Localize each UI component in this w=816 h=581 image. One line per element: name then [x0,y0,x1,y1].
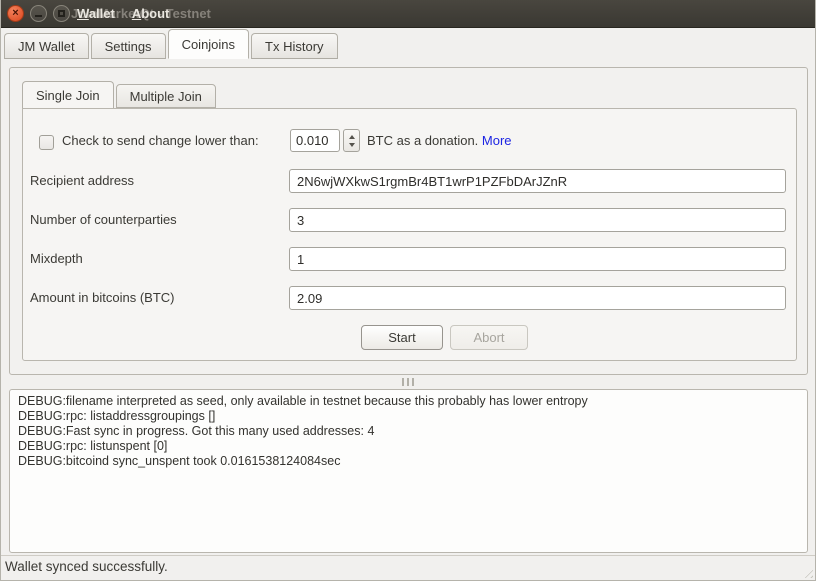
join-subtabs: Single Join Multiple Join [22,81,218,108]
counterparties-input[interactable] [289,208,786,232]
amount-label: Amount in bitcoins (BTC) [30,290,175,306]
mixdepth-input[interactable] [289,247,786,271]
tab-tx-history[interactable]: Tx History [251,33,338,59]
more-link[interactable]: More [482,133,512,148]
log-line: DEBUG:rpc: listunspent [0] [18,439,799,454]
tab-coinjoins[interactable]: Coinjoins [168,29,249,59]
statusbar: Wallet synced successfully. [1,555,815,580]
spin-up-icon[interactable] [349,135,355,139]
spin-down-icon[interactable] [349,143,355,147]
donation-suffix-text: BTC as a donation. [367,133,482,148]
menu-about[interactable]: About [132,6,170,21]
minimize-icon [35,15,42,17]
splitter-grip-icon [402,378,414,386]
recipient-address-input[interactable] [289,169,786,193]
menubar: Wallet About [77,6,169,21]
tab-multiple-join[interactable]: Multiple Join [116,84,216,108]
close-button[interactable]: × [7,5,24,22]
log-line: DEBUG:Fast sync in progress. Got this ma… [18,424,799,439]
resize-grip[interactable] [801,566,813,578]
recipient-address-label: Recipient address [30,173,134,189]
donation-spinner-arrows[interactable] [343,129,360,152]
status-message: Wallet synced successfully. [5,559,168,574]
main-tabbar: JM Wallet Settings Coinjoins Tx History [1,28,815,59]
app-window: × JoinMarketQt - Testnet Wallet About JM… [0,0,816,581]
donation-label: Check to send change lower than: [62,133,259,148]
coinjoins-panel: Single Join Multiple Join Check to send … [9,67,808,375]
amount-input[interactable] [289,286,786,310]
menu-wallet[interactable]: Wallet [77,6,115,21]
single-join-pane: Check to send change lower than: BTC as … [22,108,797,361]
maximize-button[interactable] [53,5,70,22]
minimize-button[interactable] [30,5,47,22]
debug-log[interactable]: DEBUG:filename interpreted as seed, only… [9,389,808,553]
log-line: DEBUG:filename interpreted as seed, only… [18,394,799,409]
donation-amount-spinbox[interactable] [290,129,340,152]
start-button[interactable]: Start [361,325,443,350]
log-line: DEBUG:bitcoind sync_unspent took 0.01615… [18,454,799,469]
tab-single-join[interactable]: Single Join [22,81,114,108]
counterparties-label: Number of counterparties [30,212,177,228]
tab-settings[interactable]: Settings [91,33,166,59]
titlebar[interactable]: × JoinMarketQt - Testnet Wallet About [1,0,815,28]
donation-checkbox[interactable] [39,135,54,150]
log-line: DEBUG:rpc: listaddressgroupings [] [18,409,799,424]
maximize-icon [58,10,65,17]
abort-button[interactable]: Abort [450,325,528,350]
close-icon: × [12,8,18,19]
donation-suffix: BTC as a donation. More [367,133,512,148]
mixdepth-label: Mixdepth [30,251,83,267]
splitter-handle[interactable] [1,376,815,388]
tab-jm-wallet[interactable]: JM Wallet [4,33,89,59]
